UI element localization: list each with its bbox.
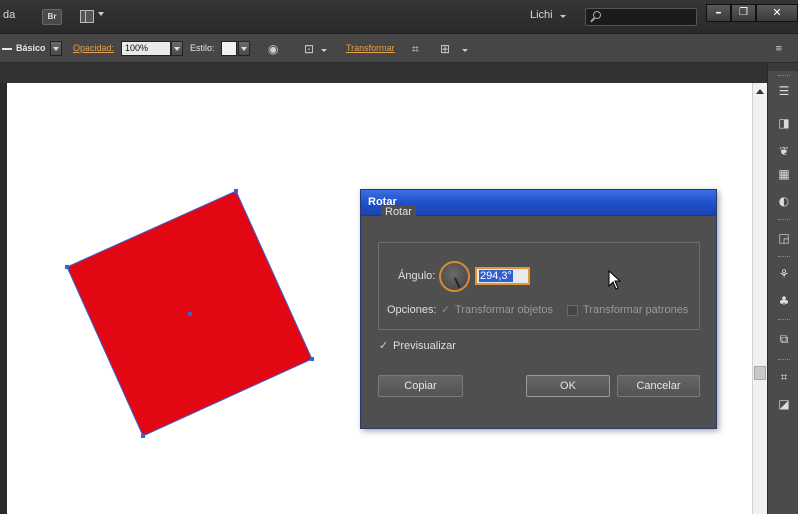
illustrator-window: da Br Lichi – ❐ ✕ Básico Opacidad: 100% … — [0, 0, 798, 514]
brushes-icon[interactable]: ⚘ — [776, 266, 792, 282]
divider — [778, 75, 790, 77]
divider — [778, 319, 790, 321]
swatches-icon[interactable]: ▦ — [776, 166, 792, 182]
transform-objects-label: Transformar objetos — [455, 304, 554, 316]
rotate-group-box — [378, 242, 700, 330]
anchor-point[interactable] — [65, 265, 69, 269]
anchor-point[interactable] — [141, 434, 145, 438]
graphic-styles-icon[interactable]: ◲ — [776, 230, 792, 246]
transform-icon[interactable]: ⌗ — [776, 369, 792, 385]
color-guide-icon[interactable]: ◐ — [776, 193, 792, 209]
angle-label: Ángulo: — [398, 270, 436, 282]
symbols-icon[interactable]: ♣ — [776, 293, 792, 309]
layers-list-icon[interactable]: ☰ — [776, 83, 792, 99]
mouse-cursor-icon — [608, 270, 622, 290]
preview-checkbox[interactable]: ✓ — [379, 340, 390, 351]
gradient-icon[interactable]: ◨ — [776, 115, 792, 131]
transform-patterns-label: Transformar patrones — [583, 304, 689, 316]
layers-icon[interactable]: ⧉ — [776, 331, 792, 347]
angle-value: 294,3° — [479, 270, 513, 282]
transform-patterns-checkbox[interactable] — [567, 305, 578, 316]
scroll-up-icon[interactable] — [756, 89, 764, 94]
copy-button[interactable]: Copiar — [378, 375, 463, 397]
rotate-dialog: Rotar Rotar Ángulo: 294,3° Opciones: ✓ T… — [360, 189, 717, 429]
angle-input[interactable]: 294,3° — [475, 267, 530, 285]
anchor-point[interactable] — [310, 357, 314, 361]
scrollbar-thumb[interactable] — [754, 366, 766, 380]
transform-objects-checkbox[interactable]: ✓ — [441, 304, 452, 315]
cancel-button[interactable]: Cancelar — [617, 375, 700, 397]
divider — [778, 219, 790, 221]
center-point[interactable] — [188, 312, 192, 316]
rotate-group-label: Rotar — [381, 206, 416, 218]
divider — [778, 359, 790, 361]
pathfinder-icon[interactable]: ◪ — [776, 396, 792, 412]
dock-collapse-edge[interactable] — [768, 63, 798, 71]
preview-label: Previsualizar — [393, 340, 456, 352]
angle-dial[interactable] — [439, 261, 470, 292]
panel-dock: ☰ ◨ ❦ ▦ ◐ ◲ ⚘ ♣ ⧉ ⌗ ◪ — [767, 63, 798, 514]
anchor-point[interactable] — [234, 189, 238, 193]
dial-needle — [454, 277, 461, 289]
vertical-scrollbar[interactable] — [752, 83, 767, 514]
options-label: Opciones: — [387, 304, 437, 316]
ok-button[interactable]: OK — [526, 375, 610, 397]
appearance-icon[interactable]: ❦ — [776, 143, 792, 159]
divider — [778, 256, 790, 258]
